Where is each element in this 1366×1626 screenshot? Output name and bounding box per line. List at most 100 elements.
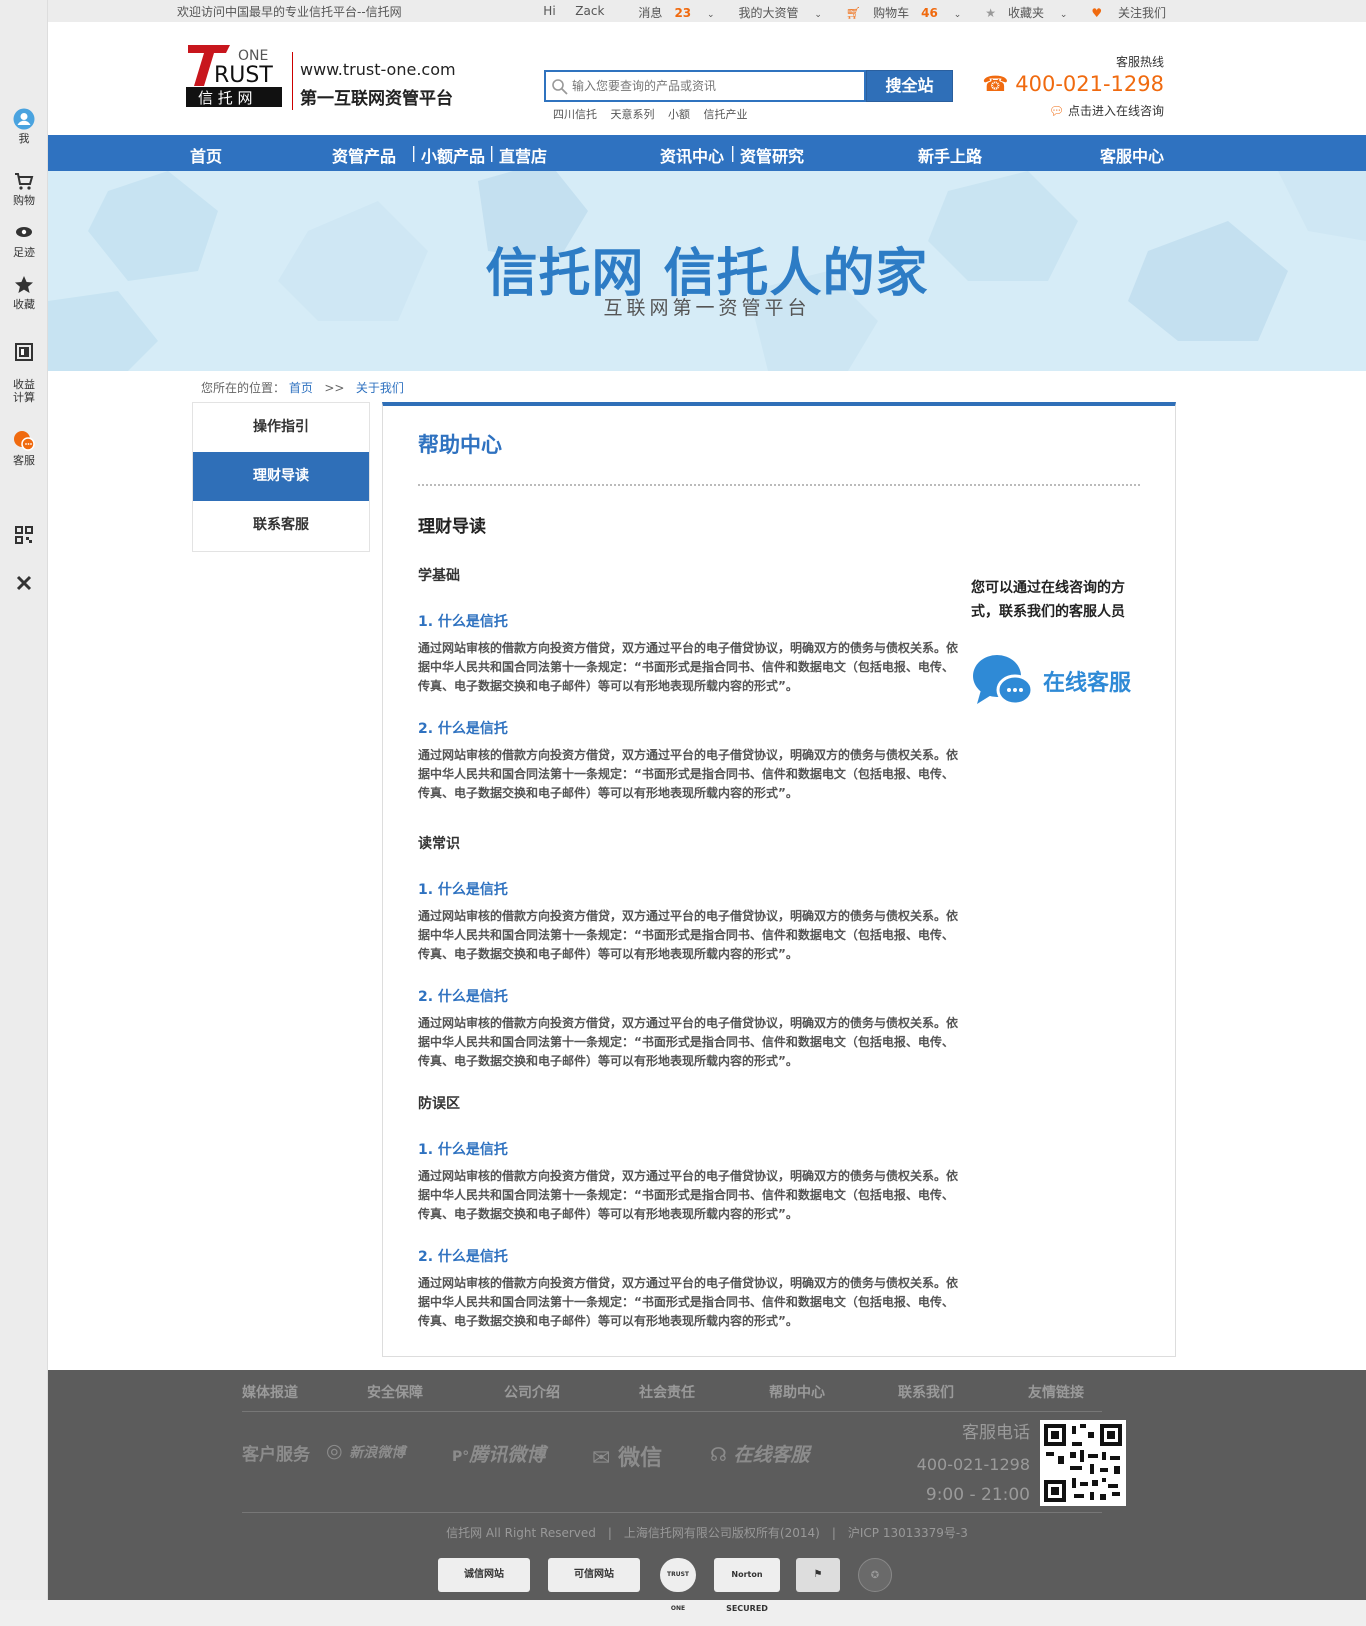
- nav-service-center[interactable]: 客服中心: [1100, 143, 1164, 167]
- breadcrumb-home[interactable]: 首页: [289, 381, 313, 395]
- help-side-menu: 操作指引 理财导读 联系客服: [192, 402, 370, 552]
- footer-sina-weibo[interactable]: ◎ 新浪微博: [326, 1440, 405, 1462]
- top-bar: 欢迎访问中国最早的专业信托平台--信托网 Hi Zack 消息 23 ⌄ 我的大资…: [48, 0, 1366, 22]
- my-assets-label: 我的大资管: [738, 6, 799, 20]
- sidebar-close[interactable]: [0, 572, 48, 596]
- banner-subtitle: 互联网第一资管平台: [603, 297, 811, 319]
- hot-tag[interactable]: 四川信托: [553, 108, 597, 121]
- hot-tag[interactable]: 小额: [668, 108, 690, 121]
- follow-link[interactable]: ♥ 关注我们: [1079, 4, 1166, 21]
- logo-cn-text: 信 托 网: [198, 89, 253, 107]
- qrcode-icon: [15, 526, 33, 544]
- question-link[interactable]: 2. 什么是信托: [418, 986, 958, 1006]
- breadcrumb-current[interactable]: 关于我们: [356, 381, 404, 395]
- badge-norton-secured[interactable]: Norton SECURED: [714, 1558, 780, 1613]
- cart-icon: [15, 173, 34, 190]
- question-link[interactable]: 2. 什么是信托: [418, 1246, 958, 1266]
- wechat-label: 微信: [618, 1446, 663, 1471]
- question-link[interactable]: 2. 什么是信托: [418, 718, 958, 738]
- sidebar-item-label: 收藏: [13, 298, 35, 311]
- badge-trusted-site[interactable]: 可信网站: [548, 1558, 640, 1592]
- section-heading: 防误区: [418, 1096, 460, 1112]
- badge-emblem[interactable]: ✪: [858, 1558, 892, 1592]
- online-service-button[interactable]: 在线客服: [971, 652, 1151, 710]
- logo-rust-text: RUST: [214, 63, 273, 88]
- footer-link-social[interactable]: 社会责任: [639, 1382, 695, 1402]
- welcome-text: 欢迎访问中国最早的专业信托平台--信托网: [177, 5, 402, 19]
- breadcrumb-prefix: 您所在的位置：: [201, 381, 286, 395]
- side-menu-contact-service[interactable]: 联系客服: [193, 501, 369, 550]
- badge-integrity-site[interactable]: 诚信网站: [438, 1558, 530, 1592]
- logo-one-text: ONE: [238, 48, 268, 64]
- nav-news-center[interactable]: 资讯中心: [660, 143, 724, 167]
- sidebar-item-favorites[interactable]: 收藏: [0, 274, 48, 311]
- badge-police[interactable]: ⚑: [796, 1558, 840, 1592]
- side-menu-operation-guide[interactable]: 操作指引: [193, 403, 369, 452]
- breadcrumb-separator: >>: [324, 381, 345, 395]
- tencent-weibo-label: 腾讯微博: [469, 1444, 546, 1466]
- footer-link-media[interactable]: 媒体报道: [242, 1382, 298, 1402]
- site-header: ONE RUST 信 托 网 www.trust-one.com 第一互联网资管…: [48, 22, 1366, 135]
- close-icon: [16, 575, 32, 591]
- question-link[interactable]: 1. 什么是信托: [418, 611, 958, 631]
- messages-link[interactable]: 消息 23 ⌄: [626, 4, 714, 21]
- logo-mark: ONE RUST 信 托 网: [186, 45, 282, 107]
- search-input[interactable]: [572, 72, 852, 100]
- favorites-link[interactable]: ★ 收藏夹 ⌄: [973, 4, 1067, 21]
- question-link[interactable]: 1. 什么是信托: [418, 1139, 958, 1159]
- online-service-hint: 您可以通过在线咨询的方式，联系我们的客服人员: [971, 580, 1125, 620]
- hero-banner: 信托网 信托人的家 互联网第一资管平台: [48, 171, 1366, 371]
- messages-count: 23: [674, 6, 692, 20]
- footer-phone-label: 客服电话: [962, 1423, 1030, 1443]
- nav-research[interactable]: 资管研究: [740, 143, 804, 167]
- footer-link-security[interactable]: 安全保障: [367, 1382, 423, 1402]
- nav-asset-products[interactable]: 资管产品: [332, 143, 396, 167]
- footer-tencent-weibo[interactable]: P°腾讯微博: [452, 1440, 545, 1467]
- sidebar-item-cart[interactable]: 购物: [0, 170, 48, 207]
- footer-wechat[interactable]: ✉︎ 微信: [592, 1440, 662, 1472]
- badge-trust-one[interactable]: TRUST ONE: [660, 1558, 696, 1612]
- sidebar-item-me[interactable]: 我: [0, 108, 48, 145]
- cart-count: 46: [921, 6, 938, 20]
- hot-tag[interactable]: 天意系列: [611, 108, 655, 121]
- star-icon: [15, 276, 33, 293]
- trust-badges: 诚信网站 可信网站 TRUST ONE Norton SECURED ⚑ ✪: [438, 1558, 998, 1613]
- online-service-promo: 您可以通过在线咨询的方式，联系我们的客服人员 在线客服: [971, 576, 1151, 710]
- cart-link[interactable]: 🛒︎ 购物车 46 ⌄: [834, 4, 961, 21]
- search-box: [544, 70, 866, 102]
- chevron-down-icon: ⌄: [1059, 10, 1068, 20]
- sidebar-item-footprint[interactable]: 足迹: [0, 222, 48, 259]
- question-link[interactable]: 1. 什么是信托: [418, 879, 958, 899]
- sidebar-item-service[interactable]: 客服: [0, 430, 48, 467]
- copyright-text: 信托网 All Right Reserved | 上海信托网有限公司版权所有(2…: [446, 1526, 968, 1540]
- cart-label: 购物车: [873, 6, 910, 20]
- sidebar-item-qrcode[interactable]: [0, 524, 48, 548]
- chevron-down-icon: ⌄: [814, 10, 822, 20]
- hot-tag[interactable]: 信托产业: [704, 108, 748, 121]
- badge-label: 诚信网站: [464, 1569, 504, 1580]
- nav-small-products[interactable]: 小额产品: [421, 143, 485, 167]
- nav-newbie[interactable]: 新手上路: [918, 143, 982, 167]
- nav-direct-store[interactable]: 直营店: [499, 143, 547, 167]
- site-logo[interactable]: ONE RUST 信 托 网: [186, 42, 286, 108]
- footer-online-service[interactable]: ☊ 在线客服: [710, 1440, 810, 1467]
- online-consult-link[interactable]: 💬︎ 点击进入在线咨询: [1049, 102, 1164, 119]
- hotline-number: ☎ 400-021-1298: [982, 72, 1164, 96]
- star-icon: ★: [985, 6, 996, 20]
- footer-link-company[interactable]: 公司介绍: [504, 1382, 560, 1402]
- greeting: Hi Zack: [531, 4, 604, 21]
- greeting-hi: Hi: [543, 4, 556, 18]
- my-assets-link[interactable]: 我的大资管 ⌄: [727, 4, 822, 21]
- search-button[interactable]: 搜全站: [866, 70, 953, 102]
- footer-link-contact[interactable]: 联系我们: [898, 1382, 954, 1402]
- sidebar-item-calculator[interactable]: 收益 计算: [0, 328, 48, 404]
- logo-divider: [292, 52, 293, 110]
- footer-link-friends[interactable]: 友情链接: [1028, 1382, 1084, 1402]
- user-icon: [13, 108, 35, 130]
- footer-link-help[interactable]: 帮助中心: [769, 1382, 825, 1402]
- username[interactable]: Zack: [575, 4, 604, 18]
- nav-home[interactable]: 首页: [190, 143, 222, 167]
- answer-text: 通过网站审核的借款方向投资方借贷，双方通过平台的电子借贷协议，明确双方的债务与债…: [418, 748, 959, 800]
- heart-icon: ♥: [1091, 6, 1103, 20]
- side-menu-finance-guide[interactable]: 理财导读: [193, 452, 369, 501]
